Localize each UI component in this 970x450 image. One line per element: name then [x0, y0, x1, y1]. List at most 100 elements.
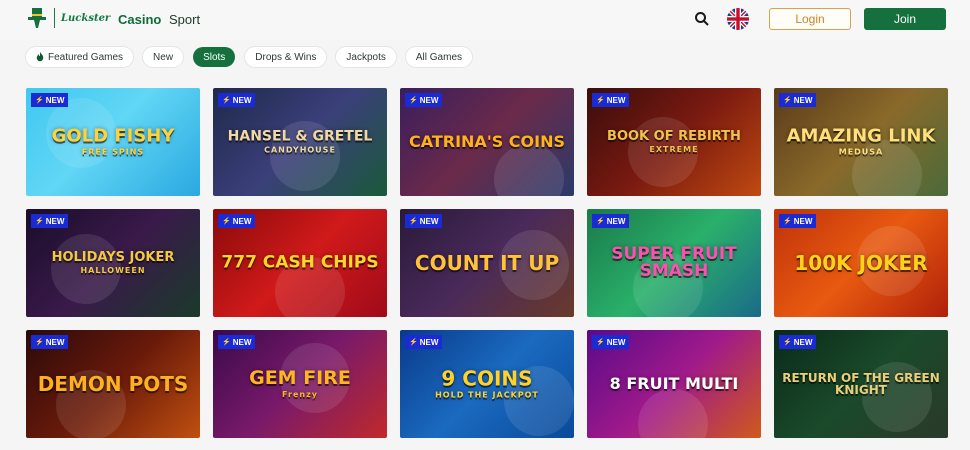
game-title-text: BOOK OF REBIRTH — [607, 129, 741, 144]
badge-label: NEW — [45, 95, 65, 105]
game-title: SUPER FRUIT SMASH — [587, 246, 761, 280]
game-tile[interactable]: ⚡ NEW RETURN OF THE GREEN KNIGHT — [774, 330, 948, 438]
game-tile[interactable]: ⚡ NEW GEM FIRE Frenzy — [213, 330, 387, 438]
chip-new[interactable]: New — [143, 47, 184, 67]
game-tile[interactable]: ⚡ NEW 9 COINS HOLD THE JACKPOT — [400, 330, 574, 438]
lightning-icon: ⚡ — [783, 97, 792, 104]
chip-drops-wins[interactable]: Drops & Wins — [245, 47, 327, 67]
new-badge: ⚡ NEW — [592, 214, 630, 228]
game-tile[interactable]: ⚡ NEW COUNT IT UP — [400, 209, 574, 317]
game-title-text: HOLIDAYS JOKER — [51, 250, 175, 265]
badge-label: NEW — [45, 337, 65, 347]
game-grid: ⚡ NEW GOLD FISHY FREE SPINS ⚡ NEW HANSEL & GRE… — [26, 88, 948, 438]
chip-label: Featured Games — [48, 51, 124, 63]
game-title: 9 COINS HOLD THE JACKPOT — [400, 369, 574, 400]
lightning-icon: ⚡ — [222, 97, 231, 104]
new-badge: ⚡ NEW — [779, 214, 817, 228]
new-badge: ⚡ NEW — [592, 335, 630, 349]
join-button[interactable]: Join — [864, 8, 946, 30]
game-tile[interactable]: ⚡ NEW SUPER FRUIT SMASH — [587, 209, 761, 317]
top-header: Luckster Casino Sport Login Join — [0, 0, 970, 40]
nav-casino[interactable]: Casino — [118, 12, 161, 27]
lightning-icon: ⚡ — [409, 97, 418, 104]
chip-all-games[interactable]: All Games — [405, 47, 473, 67]
game-tile[interactable]: ⚡ NEW 8 FRUIT MULTI — [587, 330, 761, 438]
game-title: RETURN OF THE GREEN KNIGHT — [774, 372, 948, 396]
chip-label: New — [153, 51, 174, 63]
uk-flag-icon[interactable] — [727, 8, 749, 30]
login-button[interactable]: Login — [769, 8, 851, 30]
lightning-icon: ⚡ — [409, 218, 418, 225]
game-subtitle: CANDYHOUSE — [264, 145, 336, 155]
game-title: CATRINA'S COINS — [400, 134, 574, 150]
game-tile[interactable]: ⚡ NEW BOOK OF REBIRTH EXTREME — [587, 88, 761, 196]
lightning-icon: ⚡ — [783, 339, 792, 346]
chip-featured-games[interactable]: Featured Games — [26, 47, 134, 67]
lightning-icon: ⚡ — [596, 218, 605, 225]
lightning-icon: ⚡ — [35, 97, 44, 104]
lightning-icon: ⚡ — [409, 339, 418, 346]
game-subtitle: MEDUSA — [838, 147, 884, 157]
game-subtitle: HOLD THE JACKPOT — [435, 390, 539, 400]
new-badge: ⚡ NEW — [31, 335, 69, 349]
game-title-text: CATRINA'S COINS — [408, 132, 566, 151]
badge-label: NEW — [419, 216, 439, 226]
badge-label: NEW — [232, 337, 252, 347]
lightning-icon: ⚡ — [783, 218, 792, 225]
new-badge: ⚡ NEW — [405, 93, 443, 107]
game-tile[interactable]: ⚡ NEW 777 CASH CHIPS — [213, 209, 387, 317]
lightning-icon: ⚡ — [222, 218, 231, 225]
category-filters: Featured Games New Slots Drops & Wins Ja… — [26, 47, 473, 67]
lightning-icon: ⚡ — [222, 339, 231, 346]
game-tile[interactable]: ⚡ NEW CATRINA'S COINS — [400, 88, 574, 196]
badge-label: NEW — [45, 216, 65, 226]
game-title-text: GOLD FISHY — [51, 125, 175, 147]
badge-label: NEW — [606, 95, 626, 105]
game-title-text: COUNT IT UP — [414, 251, 560, 275]
game-title-text: 8 FRUIT MULTI — [609, 374, 739, 393]
game-subtitle: EXTREME — [649, 145, 699, 154]
search-icon[interactable] — [694, 11, 710, 27]
badge-label: NEW — [793, 216, 813, 226]
game-title: HANSEL & GRETEL CANDYHOUSE — [213, 130, 387, 155]
luckster-logo[interactable]: Luckster — [26, 6, 110, 30]
badge-label: NEW — [606, 337, 626, 347]
chip-jackpots[interactable]: Jackpots — [336, 47, 396, 67]
game-title: GOLD FISHY FREE SPINS — [26, 125, 200, 157]
game-tile[interactable]: ⚡ NEW HOLIDAYS JOKER HALLOWEEN — [26, 209, 200, 317]
new-badge: ⚡ NEW — [31, 93, 69, 107]
game-tile[interactable]: ⚡ NEW 100K JOKER — [774, 209, 948, 317]
game-title: COUNT IT UP — [400, 253, 574, 273]
game-subtitle: FREE SPINS — [81, 147, 145, 157]
tile-art — [494, 144, 564, 196]
game-title-text: AMAZING LINK — [786, 125, 936, 147]
chip-slots[interactable]: Slots — [193, 47, 236, 67]
game-title-text: SUPER FRUIT SMASH — [611, 244, 737, 281]
lightning-icon: ⚡ — [35, 339, 44, 346]
game-subtitle: Frenzy — [282, 390, 318, 399]
new-badge: ⚡ NEW — [218, 335, 256, 349]
new-badge: ⚡ NEW — [592, 93, 630, 107]
badge-label: NEW — [232, 95, 252, 105]
new-badge: ⚡ NEW — [405, 214, 443, 228]
game-tile[interactable]: ⚡ NEW DEMON POTS — [26, 330, 200, 438]
new-badge: ⚡ NEW — [779, 93, 817, 107]
game-tile[interactable]: ⚡ NEW AMAZING LINK MEDUSA — [774, 88, 948, 196]
chip-label: All Games — [415, 51, 463, 63]
game-title: BOOK OF REBIRTH EXTREME — [587, 130, 761, 154]
logo-divider — [54, 8, 55, 28]
tile-art — [638, 389, 708, 438]
badge-label: NEW — [419, 95, 439, 105]
game-title: GEM FIRE Frenzy — [213, 369, 387, 399]
nav-sport[interactable]: Sport — [169, 12, 200, 27]
new-badge: ⚡ NEW — [405, 335, 443, 349]
game-title-text: 100K JOKER — [794, 251, 928, 275]
game-tile[interactable]: ⚡ NEW HANSEL & GRETEL CANDYHOUSE — [213, 88, 387, 196]
game-tile[interactable]: ⚡ NEW GOLD FISHY FREE SPINS — [26, 88, 200, 196]
badge-label: NEW — [793, 337, 813, 347]
leprechaun-hat-icon — [28, 8, 46, 28]
lightning-icon: ⚡ — [596, 97, 605, 104]
badge-label: NEW — [793, 95, 813, 105]
game-title-text: RETURN OF THE GREEN KNIGHT — [782, 371, 940, 397]
game-title-text: DEMON POTS — [37, 372, 189, 396]
